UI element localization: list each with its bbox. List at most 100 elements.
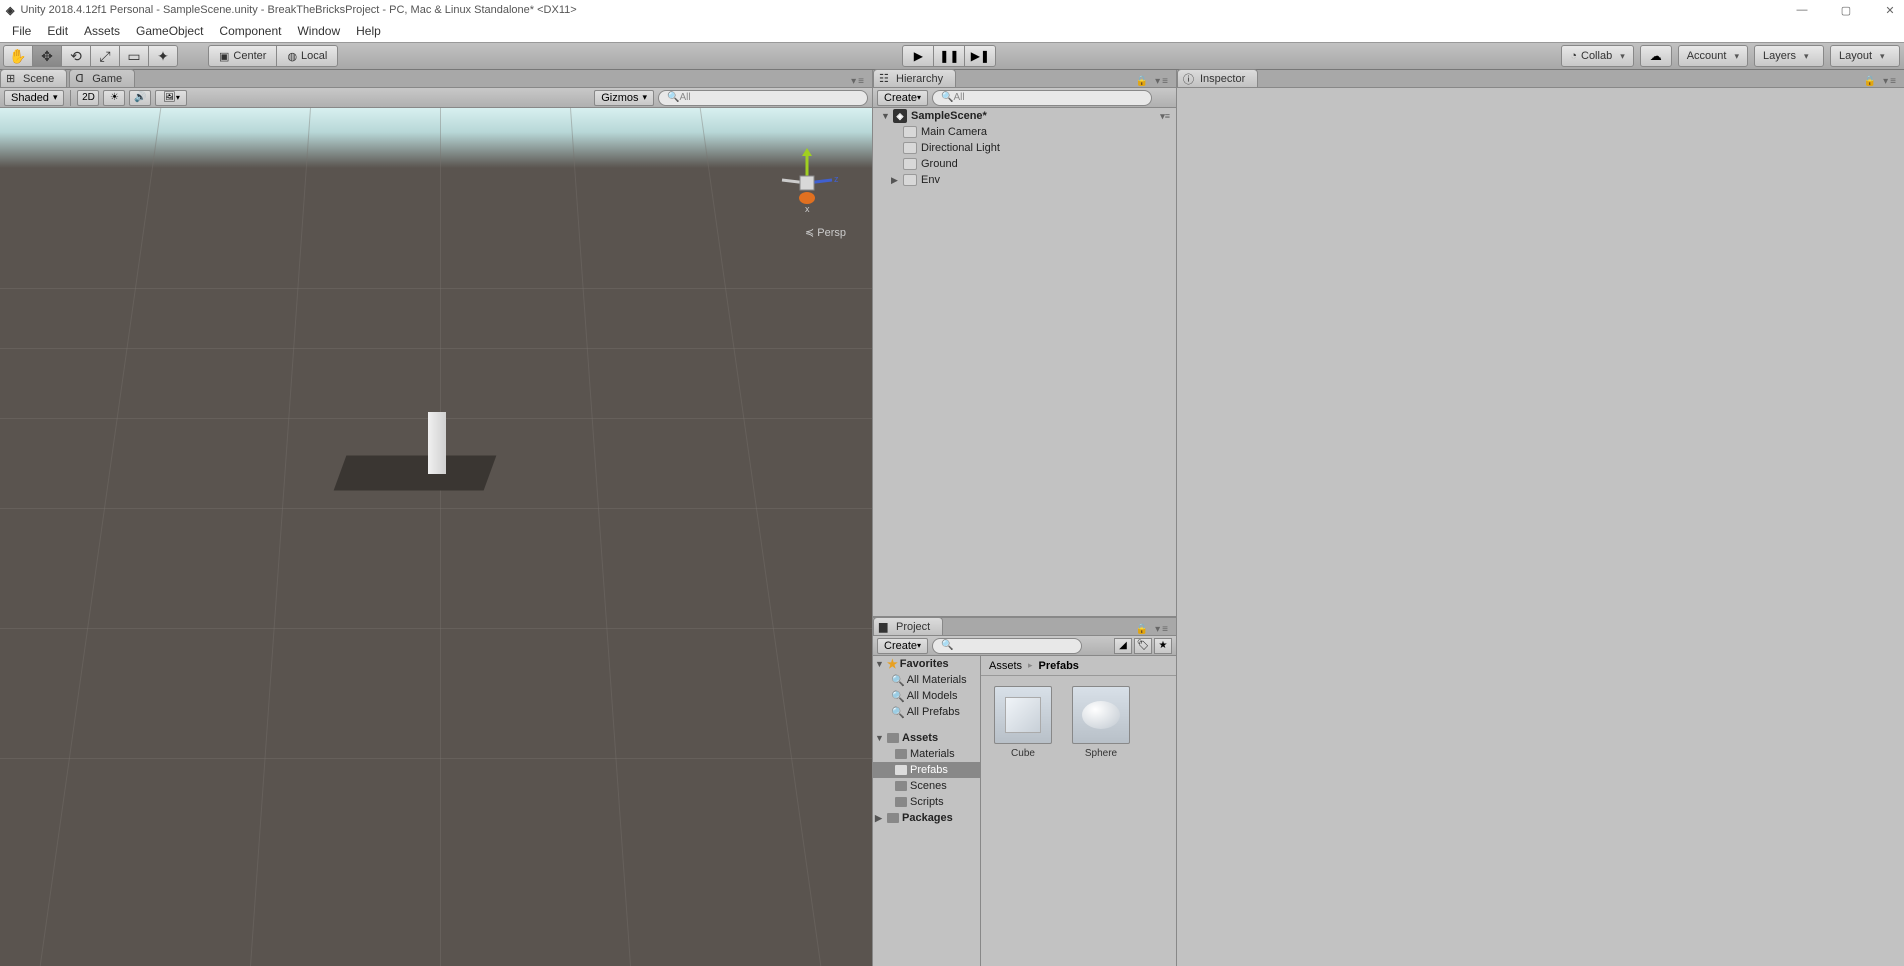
orientation-gizmo[interactable]: z x: [772, 148, 842, 218]
filter-type-button[interactable]: 🏷: [1134, 638, 1152, 654]
2d-toggle[interactable]: 2D: [77, 90, 99, 106]
local-icon: ◍: [287, 50, 297, 63]
expand-arrow-icon[interactable]: ▼: [881, 111, 893, 121]
tab-game[interactable]: ᗡGame: [69, 69, 135, 87]
project-options-icon[interactable]: 🔒 ▾≡: [1136, 624, 1176, 635]
perspective-label[interactable]: ≼ Persp: [805, 226, 846, 239]
window-controls: — ▢ ✕: [1794, 2, 1898, 18]
folder-item[interactable]: Scenes: [873, 778, 980, 794]
collab-dropdown[interactable]: ◔Collab: [1561, 45, 1633, 67]
rotate-tool-button[interactable]: ⟲: [61, 45, 91, 67]
project-tabs: ▆Project 🔒 ▾≡: [873, 618, 1176, 636]
pause-button[interactable]: ❚❚: [933, 45, 965, 67]
folder-icon: [895, 765, 907, 775]
breadcrumb-item[interactable]: Prefabs: [1039, 660, 1079, 672]
folder-icon: [895, 781, 907, 791]
folder-item[interactable]: Scripts: [873, 794, 980, 810]
tab-hierarchy[interactable]: ☷Hierarchy: [873, 69, 956, 87]
hierarchy-create-button[interactable]: Create ▾: [877, 90, 928, 106]
menu-help[interactable]: Help: [348, 20, 389, 42]
asset-thumbnail: [1072, 686, 1130, 744]
folder-item[interactable]: Materials: [873, 746, 980, 762]
menu-window[interactable]: Window: [289, 20, 348, 42]
cube-icon: [1005, 697, 1041, 733]
layout-dropdown[interactable]: Layout: [1830, 45, 1900, 67]
scene-search-input[interactable]: 🔍All: [658, 90, 868, 106]
hierarchy-item[interactable]: ▶Env: [873, 172, 1176, 188]
expand-arrow-icon[interactable]: ▶: [891, 175, 903, 186]
favorite-item[interactable]: 🔍All Models: [873, 688, 980, 704]
asset-thumbnail: [994, 686, 1052, 744]
hierarchy-options-icon[interactable]: 🔒 ▾≡: [1136, 76, 1176, 87]
audio-toggle[interactable]: 🔊: [129, 90, 151, 106]
menu-assets[interactable]: Assets: [76, 20, 128, 42]
search-icon: 🔍: [891, 690, 905, 703]
scene-name: SampleScene*: [911, 110, 987, 122]
asset-sphere[interactable]: Sphere: [1069, 686, 1133, 759]
account-dropdown[interactable]: Account: [1678, 45, 1748, 67]
cloud-button[interactable]: ☁: [1640, 45, 1672, 67]
hand-tool-button[interactable]: ✋: [3, 45, 33, 67]
maximize-button[interactable]: ▢: [1838, 2, 1854, 18]
middle-column: ☷Hierarchy 🔒 ▾≡ Create ▾ 🔍All ▼ ◈ Sample…: [872, 70, 1176, 966]
breadcrumb-item[interactable]: Assets: [989, 660, 1022, 672]
project-breadcrumb: Assets ▸ Prefabs: [981, 656, 1176, 676]
pivot-toggle[interactable]: ▣Center: [208, 45, 277, 67]
project-create-button[interactable]: Create ▾: [877, 638, 928, 654]
project-body: ▼★Favorites 🔍All Materials 🔍All Models 🔍…: [873, 656, 1176, 966]
scene-control-bar: Shaded▾ 2D ☀ 🔊 🖼▾ Gizmos▾ 🔍All: [0, 88, 872, 108]
scene-panel: ⊞Scene ᗡGame ▾≡ Shaded▾ 2D ☀ 🔊 🖼▾ Gizmos…: [0, 70, 872, 966]
search-icon: 🔍: [941, 640, 953, 651]
menu-edit[interactable]: Edit: [39, 20, 76, 42]
menu-file[interactable]: File: [4, 20, 39, 42]
layers-dropdown[interactable]: Layers: [1754, 45, 1824, 67]
unified-tool-button[interactable]: ✦: [148, 45, 178, 67]
project-search-input[interactable]: 🔍: [932, 638, 1082, 654]
folder-item[interactable]: Prefabs: [873, 762, 980, 778]
svg-text:x: x: [805, 204, 810, 214]
hierarchy-item[interactable]: Directional Light: [873, 140, 1176, 156]
hierarchy-item[interactable]: Ground: [873, 156, 1176, 172]
rect-tool-button[interactable]: ▭: [119, 45, 149, 67]
folder-icon: [887, 813, 899, 823]
play-controls: ▶ ❚❚ ▶❚: [903, 45, 996, 67]
scene-view[interactable]: z x ≼ Persp: [0, 108, 872, 966]
hierarchy-item[interactable]: Main Camera: [873, 124, 1176, 140]
gizmos-dropdown[interactable]: Gizmos▾: [594, 90, 654, 106]
minimize-button[interactable]: —: [1794, 2, 1810, 18]
hierarchy-search-input[interactable]: 🔍All: [932, 90, 1152, 106]
hierarchy-tree[interactable]: ▼ ◈ SampleScene* ▾≡ Main Camera Directio…: [873, 108, 1176, 616]
favorite-item[interactable]: 🔍All Prefabs: [873, 704, 980, 720]
filter-button[interactable]: ◢: [1114, 638, 1132, 654]
asset-grid[interactable]: Cube Sphere: [981, 676, 1176, 966]
move-tool-button[interactable]: ✥: [32, 45, 62, 67]
lighting-toggle[interactable]: ☀: [103, 90, 125, 106]
tab-project[interactable]: ▆Project: [873, 617, 943, 635]
favorite-item[interactable]: 🔍All Materials: [873, 672, 980, 688]
unity-scene-icon: ◈: [893, 109, 907, 123]
fx-toggle[interactable]: 🖼▾: [155, 90, 187, 106]
asset-cube[interactable]: Cube: [991, 686, 1055, 759]
play-button[interactable]: ▶: [902, 45, 934, 67]
close-button[interactable]: ✕: [1882, 2, 1898, 18]
favorite-button[interactable]: ★: [1154, 638, 1172, 654]
shading-mode-dropdown[interactable]: Shaded▾: [4, 90, 64, 106]
panel-options-icon[interactable]: ▾≡: [851, 76, 872, 87]
hierarchy-toolbar: Create ▾ 🔍All: [873, 88, 1176, 108]
packages-header[interactable]: ▶Packages: [873, 810, 980, 826]
scene-options-icon[interactable]: ▾≡: [1160, 111, 1170, 122]
space-toggle[interactable]: ◍Local: [276, 45, 338, 67]
step-button[interactable]: ▶❚: [964, 45, 996, 67]
inspector-options-icon[interactable]: 🔒 ▾≡: [1864, 76, 1904, 87]
pivot-space-group: ▣Center ◍Local: [208, 45, 338, 67]
project-toolbar: Create ▾ 🔍 ◢ 🏷 ★: [873, 636, 1176, 656]
scale-tool-button[interactable]: ⤢: [90, 45, 120, 67]
favorites-header[interactable]: ▼★Favorites: [873, 656, 980, 672]
menu-component[interactable]: Component: [211, 20, 289, 42]
tab-scene[interactable]: ⊞Scene: [0, 69, 67, 87]
tab-inspector[interactable]: ⓘInspector: [1177, 69, 1258, 87]
menu-gameobject[interactable]: GameObject: [128, 20, 211, 42]
scene-row[interactable]: ▼ ◈ SampleScene* ▾≡: [873, 108, 1176, 124]
project-folders[interactable]: ▼★Favorites 🔍All Materials 🔍All Models 🔍…: [873, 656, 981, 966]
assets-header[interactable]: ▼Assets: [873, 730, 980, 746]
